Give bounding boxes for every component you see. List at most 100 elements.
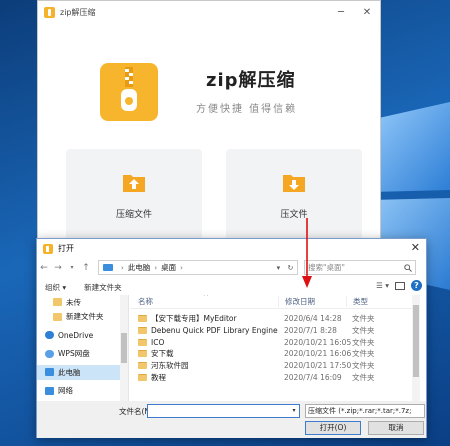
column-type[interactable]: 类型	[346, 296, 406, 307]
back-arrow-icon[interactable]: ←	[37, 263, 51, 273]
file-name: 【安下载专用】MyEditor	[151, 314, 237, 324]
app-slogan: 方便快捷 值得信赖	[196, 104, 298, 115]
network-icon	[45, 386, 54, 395]
file-row[interactable]: 教程 2020/7/4 16:09 文件夹	[130, 371, 420, 383]
up-arrow-icon[interactable]: ↑	[79, 263, 93, 273]
cloud-icon	[45, 349, 54, 358]
nav-item-label: 新建文件夹	[66, 312, 104, 322]
extract-file-label: 压文件	[280, 210, 308, 220]
app-name: zip解压缩	[206, 70, 296, 91]
folder-icon	[138, 373, 147, 381]
dialog-title: 打开	[58, 244, 74, 253]
file-type: 文件夹	[352, 349, 375, 359]
dialog-footer: 文件名(N): ▾ 压缩文件 (*.zip;*.rar;*.tar;*.7z; …	[37, 401, 426, 438]
compress-file-label: 压缩文件	[115, 210, 152, 220]
close-button[interactable]: ✕	[354, 1, 380, 23]
nav-item-wps-drive[interactable]: WPS网盘	[37, 347, 128, 362]
zip-app-logo	[100, 63, 158, 121]
extract-file-card[interactable]: 压文件	[226, 149, 362, 249]
nav-item-label: WPS网盘	[58, 349, 90, 359]
open-file-dialog: 打开 ✕ ← → ▾ ↑ › 此电脑 › 桌面 › ▾ ↻ 搜索"桌面" 组织 …	[36, 238, 427, 438]
folder-download-icon	[283, 175, 305, 192]
folder-icon	[138, 327, 147, 335]
recent-dropdown-icon[interactable]: ▾	[65, 264, 79, 271]
nav-item-label: 网络	[58, 386, 73, 396]
breadcrumb-desktop[interactable]: 桌面	[161, 262, 176, 273]
dialog-app-icon	[43, 243, 53, 254]
view-options-icon[interactable]: ☰ ▾	[376, 281, 389, 290]
help-icon[interactable]: ?	[411, 280, 422, 291]
file-list-header: ^ 名称 修改日期 类型	[130, 295, 420, 309]
file-type-select[interactable]: 压缩文件 (*.zip;*.rar;*.tar;*.7z;	[305, 404, 425, 418]
dialog-close-button[interactable]: ✕	[411, 241, 420, 254]
refresh-icon[interactable]: ↻	[287, 264, 293, 272]
navigation-bar: ← → ▾ ↑ › 此电脑 › 桌面 › ▾ ↻ 搜索"桌面"	[37, 259, 426, 276]
app-title: zip解压缩	[60, 7, 96, 17]
nav-item-network[interactable]: 网络	[37, 384, 128, 399]
file-name: 河东软件园	[151, 361, 189, 371]
folder-icon	[138, 362, 147, 370]
file-type: 文件夹	[352, 326, 375, 336]
nav-item-this-pc[interactable]: 此电脑	[37, 365, 128, 380]
address-dropdown-icon[interactable]: ▾	[277, 264, 281, 272]
column-date[interactable]: 修改日期	[278, 296, 346, 307]
file-date: 2020/7/4 16:09	[284, 372, 342, 382]
folder-icon	[53, 312, 62, 321]
file-row[interactable]: 河东软件园 2020/10/21 17:50 文件夹	[130, 360, 420, 372]
nav-item-new-folder[interactable]: 新建文件夹	[37, 310, 128, 325]
search-input[interactable]: 搜索"桌面"	[304, 260, 416, 275]
file-name: ICO	[151, 337, 165, 347]
nav-item-uploads[interactable]: 未传	[37, 295, 128, 310]
chevron-right-icon: ›	[180, 263, 183, 272]
minimize-button[interactable]: ─	[328, 1, 354, 23]
file-list: ^ 名称 修改日期 类型 【安下载专用】MyEditor 2020/6/4 14…	[130, 295, 420, 401]
computer-icon	[45, 368, 54, 377]
filename-dropdown-icon[interactable]: ▾	[289, 404, 299, 418]
compress-file-card[interactable]: 压缩文件	[66, 149, 202, 249]
folder-upload-icon	[123, 175, 145, 192]
sort-up-icon: ^	[203, 295, 209, 301]
file-name: 教程	[151, 372, 166, 382]
file-row[interactable]: Debenu Quick PDF Library Engine 2020/7/1…	[130, 325, 420, 337]
folder-icon	[53, 298, 62, 307]
forward-arrow-icon[interactable]: →	[51, 263, 65, 273]
file-date: 2020/10/21 17:50	[284, 361, 352, 371]
computer-icon	[103, 264, 113, 271]
new-folder-button[interactable]: 新建文件夹	[84, 282, 122, 293]
file-date: 2020/10/21 16:06	[284, 349, 352, 359]
file-date: 2020/7/1 8:28	[284, 326, 337, 336]
file-name: 安下载	[151, 349, 174, 359]
app-small-icon	[44, 6, 55, 18]
file-row[interactable]: ICO 2020/10/21 16:05 文件夹	[130, 336, 420, 348]
address-bar[interactable]: › 此电脑 › 桌面 › ▾ ↻	[98, 260, 298, 275]
nav-item-onedrive[interactable]: OneDrive	[37, 328, 128, 343]
dialog-toolbar: 组织 ▾ 新建文件夹 ☰ ▾ ?	[37, 280, 426, 294]
chevron-right-icon: ›	[121, 263, 124, 272]
file-type: 文件夹	[352, 372, 375, 382]
file-date: 2020/10/21 16:05	[284, 337, 352, 347]
cancel-button[interactable]: 取消	[368, 421, 424, 435]
folder-icon	[138, 338, 147, 346]
chevron-right-icon: ›	[154, 263, 158, 272]
zip-app-window: zip解压缩 ─ ✕ zip解压缩 方便快捷 值得信赖 压缩文件 压文件	[37, 0, 381, 249]
file-row[interactable]: 安下载 2020/10/21 16:06 文件夹	[130, 348, 420, 360]
nav-item-label: 未传	[66, 297, 81, 307]
breadcrumb-this-pc[interactable]: 此电脑	[128, 262, 151, 273]
file-type: 文件夹	[352, 337, 375, 347]
open-button[interactable]: 打开(O)	[305, 421, 361, 435]
folder-icon	[138, 350, 147, 358]
nav-scrollbar[interactable]	[120, 295, 128, 401]
filename-input[interactable]	[147, 404, 300, 418]
file-row[interactable]: 【安下载专用】MyEditor 2020/6/4 14:28 文件夹	[130, 313, 420, 325]
folder-icon	[138, 315, 147, 323]
dialog-titlebar: 打开 ✕	[37, 239, 426, 258]
cloud-icon	[45, 331, 54, 340]
file-type: 文件夹	[352, 361, 375, 371]
organize-button[interactable]: 组织 ▾	[45, 282, 66, 293]
nav-item-label: OneDrive	[58, 330, 94, 340]
file-type: 文件夹	[352, 314, 375, 324]
app-titlebar: zip解压缩 ─ ✕	[38, 1, 380, 23]
preview-pane-icon[interactable]	[395, 281, 405, 290]
file-list-scrollbar[interactable]	[412, 295, 420, 401]
nav-item-label: 此电脑	[58, 367, 81, 377]
